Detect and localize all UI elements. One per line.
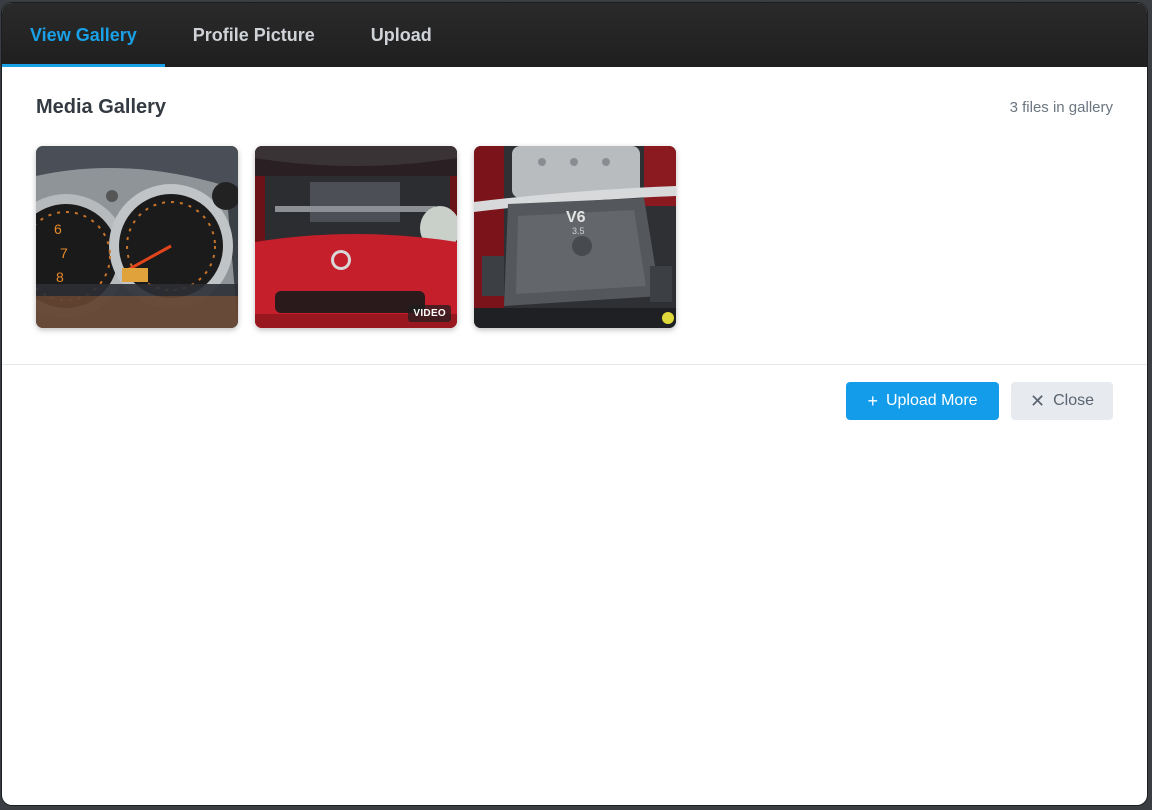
gallery-content: Media Gallery 3 files in gallery 6 7 8 V… bbox=[2, 67, 1147, 364]
tab-profile-picture[interactable]: Profile Picture bbox=[165, 3, 343, 67]
gauge-cluster-image: 6 7 8 bbox=[36, 146, 238, 328]
tab-bar: View Gallery Profile Picture Upload bbox=[2, 3, 1147, 67]
close-button[interactable]: ✕ Close bbox=[1011, 382, 1113, 420]
upload-more-label: Upload More bbox=[885, 392, 978, 409]
svg-text:7: 7 bbox=[60, 245, 68, 261]
v6-engine-image: V6 3.5 bbox=[474, 146, 676, 328]
upload-more-button[interactable]: + Upload More bbox=[846, 382, 999, 420]
modal-footer: + Upload More ✕ Close bbox=[2, 365, 1147, 420]
gallery-thumbnail-gauge-cluster[interactable]: 6 7 8 bbox=[36, 146, 238, 328]
thumbnail-grid: 6 7 8 VIDEO V6 3.5 bbox=[36, 146, 1113, 328]
car-front-image bbox=[255, 146, 457, 328]
close-label: Close bbox=[1053, 392, 1094, 409]
svg-text:6: 6 bbox=[54, 221, 62, 237]
gallery-header: Media Gallery 3 files in gallery bbox=[36, 95, 1113, 119]
svg-text:3.5: 3.5 bbox=[572, 226, 585, 236]
gallery-modal: View Gallery Profile Picture Upload Medi… bbox=[2, 3, 1147, 805]
tab-view-gallery[interactable]: View Gallery bbox=[2, 3, 165, 67]
tab-upload[interactable]: Upload bbox=[343, 3, 460, 67]
gallery-title: Media Gallery bbox=[36, 95, 167, 118]
video-badge: VIDEO bbox=[408, 305, 451, 322]
close-icon: ✕ bbox=[1030, 391, 1046, 411]
file-count: 3 files in gallery bbox=[1009, 98, 1113, 116]
gallery-thumbnail-car-front[interactable]: VIDEO bbox=[255, 146, 457, 328]
gallery-thumbnail-v6-engine[interactable]: V6 3.5 bbox=[474, 146, 676, 328]
svg-text:8: 8 bbox=[56, 269, 64, 285]
svg-text:V6: V6 bbox=[566, 209, 586, 226]
plus-icon: + bbox=[867, 391, 878, 411]
